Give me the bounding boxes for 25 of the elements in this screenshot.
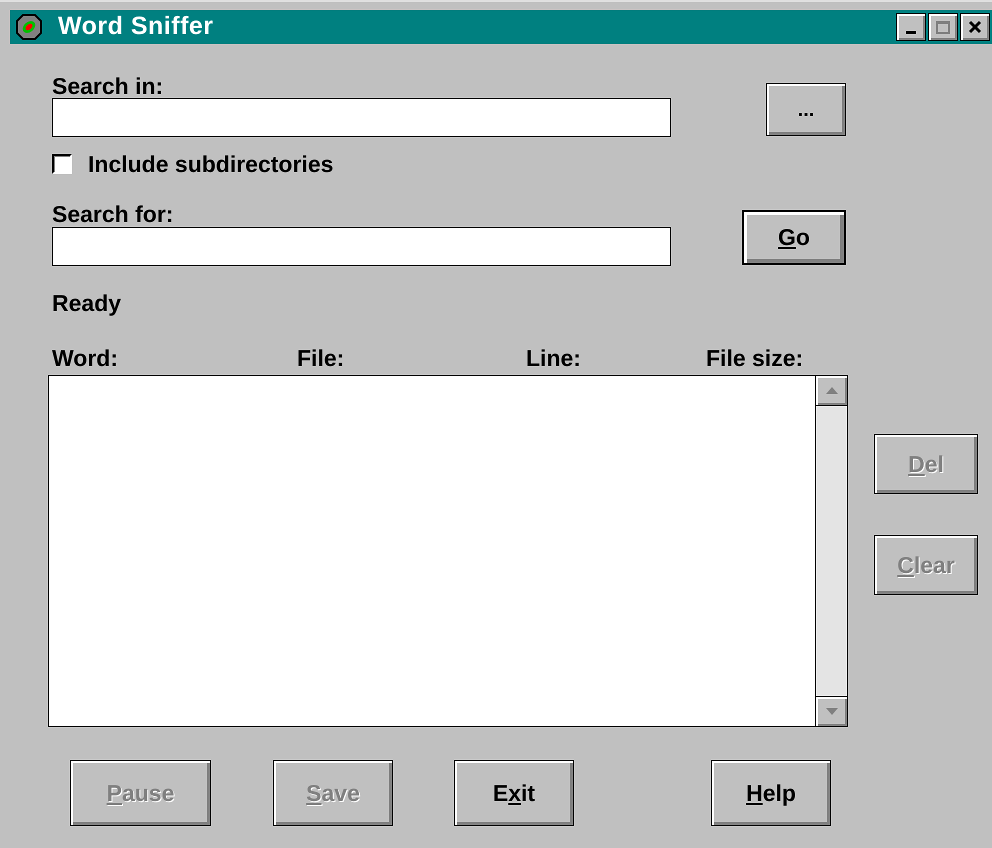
status-text: Ready	[52, 290, 122, 316]
input-field[interactable]	[52, 227, 671, 266]
column-header: Line:	[526, 346, 581, 370]
go-button[interactable]: Go	[742, 210, 846, 265]
app-icon	[16, 14, 42, 40]
input-field[interactable]	[52, 98, 671, 137]
close-icon	[968, 20, 982, 34]
column-header: Word:	[52, 346, 118, 370]
scroll-down-button[interactable]	[816, 696, 847, 726]
push-button[interactable]: Exit	[454, 760, 574, 826]
checkbox-label: Include subdirectories	[88, 150, 334, 179]
down-arrow-icon	[826, 708, 838, 715]
checkbox[interactable]	[52, 154, 72, 174]
field-label: Search in:	[52, 74, 164, 98]
minimize-button[interactable]	[896, 13, 926, 41]
field-label: Search for:	[52, 201, 174, 227]
push-button[interactable]: Help	[711, 760, 831, 826]
window-title: Word Sniffer	[58, 11, 214, 42]
close-button[interactable]	[960, 13, 990, 41]
column-header: File:	[297, 346, 344, 370]
browse-button[interactable]: ...	[766, 83, 846, 136]
scroll-up-button[interactable]	[816, 376, 847, 406]
scrollbar[interactable]	[815, 376, 847, 726]
column-header: File size:	[706, 346, 804, 370]
up-arrow-icon	[826, 387, 838, 394]
